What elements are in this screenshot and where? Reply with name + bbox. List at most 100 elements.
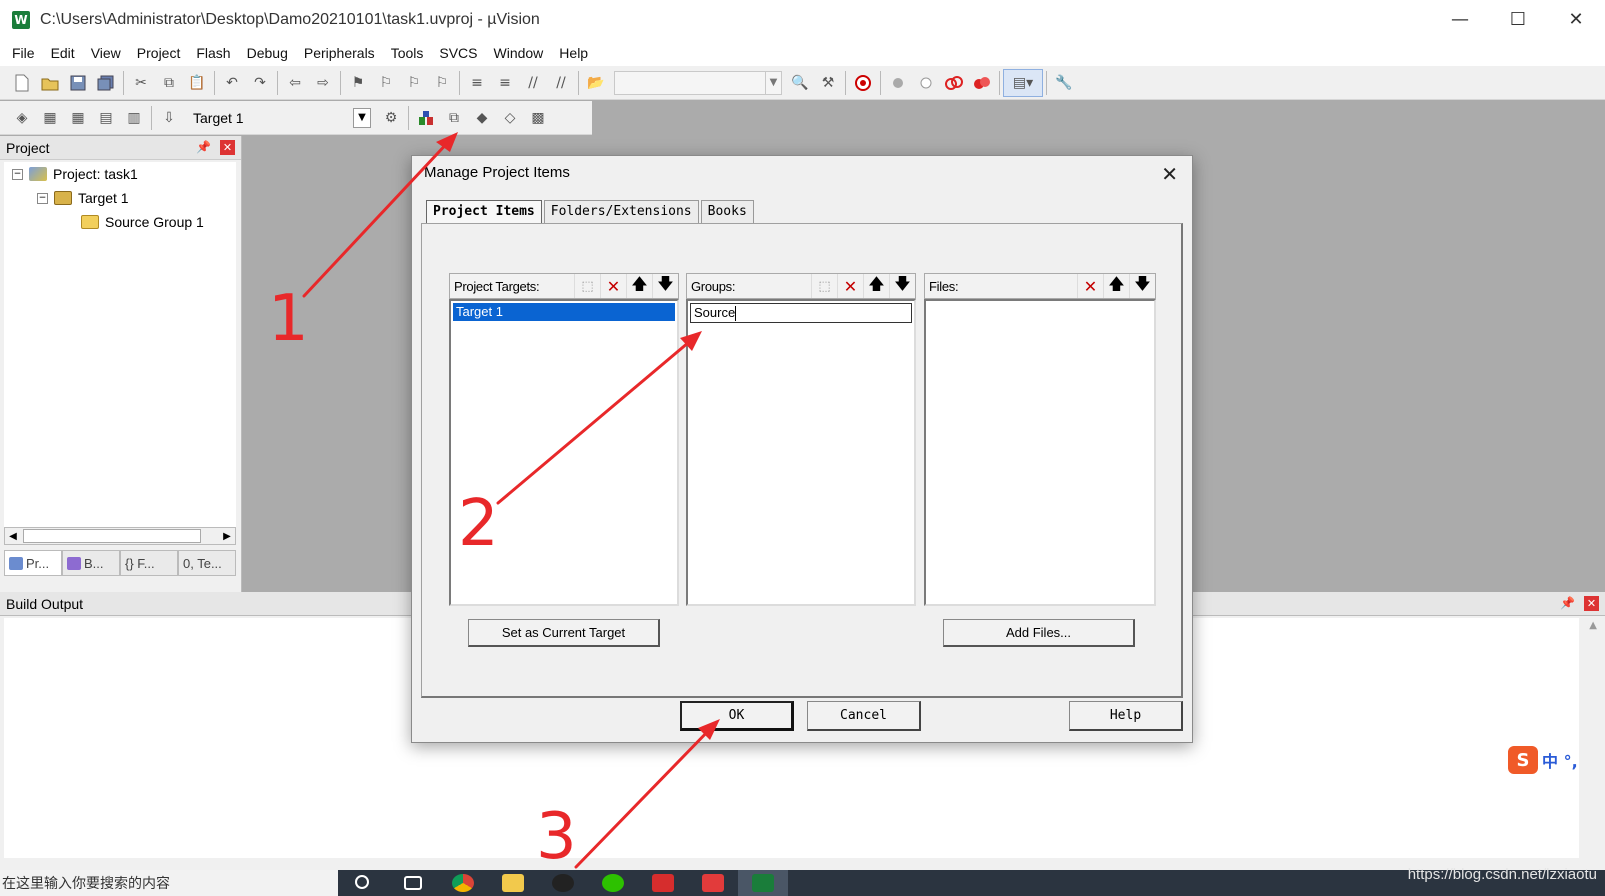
build-icon[interactable]: ▦ (36, 104, 64, 132)
help-button[interactable]: Help (1069, 701, 1183, 731)
move-down-icon[interactable]: 🡇 (1129, 274, 1155, 298)
save-all-icon[interactable] (92, 69, 120, 97)
menu-tools[interactable]: Tools (383, 45, 432, 61)
paste-icon[interactable]: 📋 (183, 69, 211, 97)
tab-project-items[interactable]: Project Items (426, 200, 542, 224)
find-icon[interactable]: 🔍 (786, 69, 814, 97)
next-bookmark-icon[interactable]: ⚐ (400, 69, 428, 97)
menu-project[interactable]: Project (129, 45, 189, 61)
uncomment-icon[interactable]: // (547, 69, 575, 97)
set-current-target-button[interactable]: Set as Current Target (468, 619, 660, 647)
translate-icon[interactable]: ◈ (8, 104, 36, 132)
manage-runtime-icon[interactable]: ◆ (468, 104, 496, 132)
menu-help[interactable]: Help (551, 45, 596, 61)
project-targets-list[interactable]: Target 1 (449, 299, 679, 606)
ok-button[interactable]: OK (680, 701, 794, 731)
tree-item-source-group[interactable]: Source Group 1 (81, 211, 204, 233)
dialog-close-icon[interactable]: ✕ (1161, 162, 1178, 186)
find-combo[interactable]: ▼ (614, 70, 782, 95)
menu-window[interactable]: Window (486, 45, 552, 61)
scroll-right-icon[interactable]: ▶ (219, 528, 235, 544)
breakpoint-icon[interactable] (884, 69, 912, 97)
youdao-icon[interactable] (688, 870, 738, 896)
minimize-button[interactable]: — (1431, 0, 1489, 39)
scroll-up-icon[interactable]: ▲ (1589, 620, 1597, 631)
tab-project[interactable]: Pr... (4, 550, 62, 576)
list-item[interactable]: Target 1 (453, 303, 675, 321)
maximize-button[interactable]: ☐ (1489, 0, 1547, 39)
horizontal-scrollbar[interactable]: ◀ ▶ (4, 527, 236, 545)
menu-debug[interactable]: Debug (239, 45, 296, 61)
menu-edit[interactable]: Edit (43, 45, 83, 61)
close-icon[interactable]: ✕ (1584, 596, 1599, 611)
tab-functions[interactable]: {} F... (120, 550, 178, 576)
tab-templates[interactable]: 0, Te... (178, 550, 236, 576)
navigate-forward-icon[interactable]: ⇨ (309, 69, 337, 97)
file-explorer-icon[interactable] (488, 870, 538, 896)
find-in-files-icon[interactable]: 📂 (582, 69, 610, 97)
unindent-icon[interactable]: ≡ (491, 69, 519, 97)
pack-installer-icon[interactable]: ◇ (496, 104, 524, 132)
chrome-icon[interactable] (438, 870, 488, 896)
add-files-button[interactable]: Add Files... (943, 619, 1135, 647)
task-view-icon[interactable] (388, 870, 438, 896)
tree-item-project[interactable]: − Project: task1 (12, 163, 138, 185)
batch-build-icon[interactable]: ▤ (92, 104, 120, 132)
incremental-find-icon[interactable]: ⚒ (814, 69, 842, 97)
scroll-left-icon[interactable]: ◀ (5, 528, 21, 544)
delete-file-icon[interactable]: ✕ (1077, 274, 1103, 298)
collapse-icon[interactable]: − (12, 168, 23, 180)
manage-project-items-icon[interactable] (412, 104, 440, 132)
indent-icon[interactable]: ≡ (463, 69, 491, 97)
redo-icon[interactable]: ↷ (246, 69, 274, 97)
uvision-taskbar-icon[interactable] (738, 870, 788, 896)
move-up-icon[interactable]: 🡅 (863, 274, 889, 298)
bookmark-icon[interactable]: ⚑ (344, 69, 372, 97)
search-icon[interactable] (338, 870, 388, 896)
stop-build-icon[interactable]: ▥ (120, 104, 148, 132)
collapse-icon[interactable]: − (37, 192, 48, 204)
configure-icon[interactable]: 🔧 (1050, 69, 1078, 97)
navigate-back-icon[interactable]: ⇦ (281, 69, 309, 97)
tab-folders-extensions[interactable]: Folders/Extensions (543, 200, 699, 224)
move-up-icon[interactable]: 🡅 (626, 274, 652, 298)
new-target-icon[interactable]: ⬚ (574, 274, 600, 298)
move-down-icon[interactable]: 🡇 (652, 274, 678, 298)
download-load-icon[interactable]: ⇩ (155, 104, 183, 132)
new-file-icon[interactable] (8, 69, 36, 97)
groups-list[interactable]: Source (686, 299, 916, 606)
move-down-icon[interactable]: 🡇 (889, 274, 915, 298)
debug-session-icon[interactable] (849, 69, 877, 97)
netease-music-icon[interactable] (638, 870, 688, 896)
taskbar-search-input[interactable]: 在这里输入你要搜索的内容 (0, 870, 338, 896)
prev-bookmark-icon[interactable]: ⚐ (372, 69, 400, 97)
rebuild-icon[interactable]: ▦ (64, 104, 92, 132)
comment-icon[interactable]: // (519, 69, 547, 97)
target-options-icon[interactable]: ⚙ (377, 104, 405, 132)
close-window-button[interactable]: ✕ (1547, 0, 1605, 39)
disable-breakpoint-icon[interactable] (912, 69, 940, 97)
save-icon[interactable] (64, 69, 92, 97)
menu-svcs[interactable]: SVCS (431, 45, 485, 61)
kill-all-breakpoints-icon[interactable] (968, 69, 996, 97)
delete-group-icon[interactable]: ✕ (837, 274, 863, 298)
tree-item-target[interactable]: − Target 1 (37, 187, 129, 209)
move-up-icon[interactable]: 🡅 (1103, 274, 1129, 298)
window-layout-icon[interactable]: ▤▾ (1003, 68, 1043, 97)
software-packs-icon[interactable]: ▩ (524, 104, 552, 132)
copy-icon[interactable]: ⧉ (155, 69, 183, 97)
files-list[interactable] (924, 299, 1156, 606)
menu-view[interactable]: View (83, 45, 129, 61)
target-select[interactable]: Target 1 ▼ (189, 105, 371, 131)
undo-icon[interactable]: ↶ (218, 69, 246, 97)
cancel-button[interactable]: Cancel (807, 701, 921, 731)
open-file-icon[interactable] (36, 69, 64, 97)
select-packs-icon[interactable]: ⧉ (440, 104, 468, 132)
menu-flash[interactable]: Flash (188, 45, 238, 61)
wechat-icon[interactable] (588, 870, 638, 896)
pin-icon[interactable]: 📌 (1560, 596, 1575, 610)
menu-file[interactable]: File (4, 45, 43, 61)
new-group-icon[interactable]: ⬚ (811, 274, 837, 298)
clear-bookmarks-icon[interactable]: ⚐ (428, 69, 456, 97)
ime-indicator[interactable]: S 中 °, (1508, 746, 1600, 774)
